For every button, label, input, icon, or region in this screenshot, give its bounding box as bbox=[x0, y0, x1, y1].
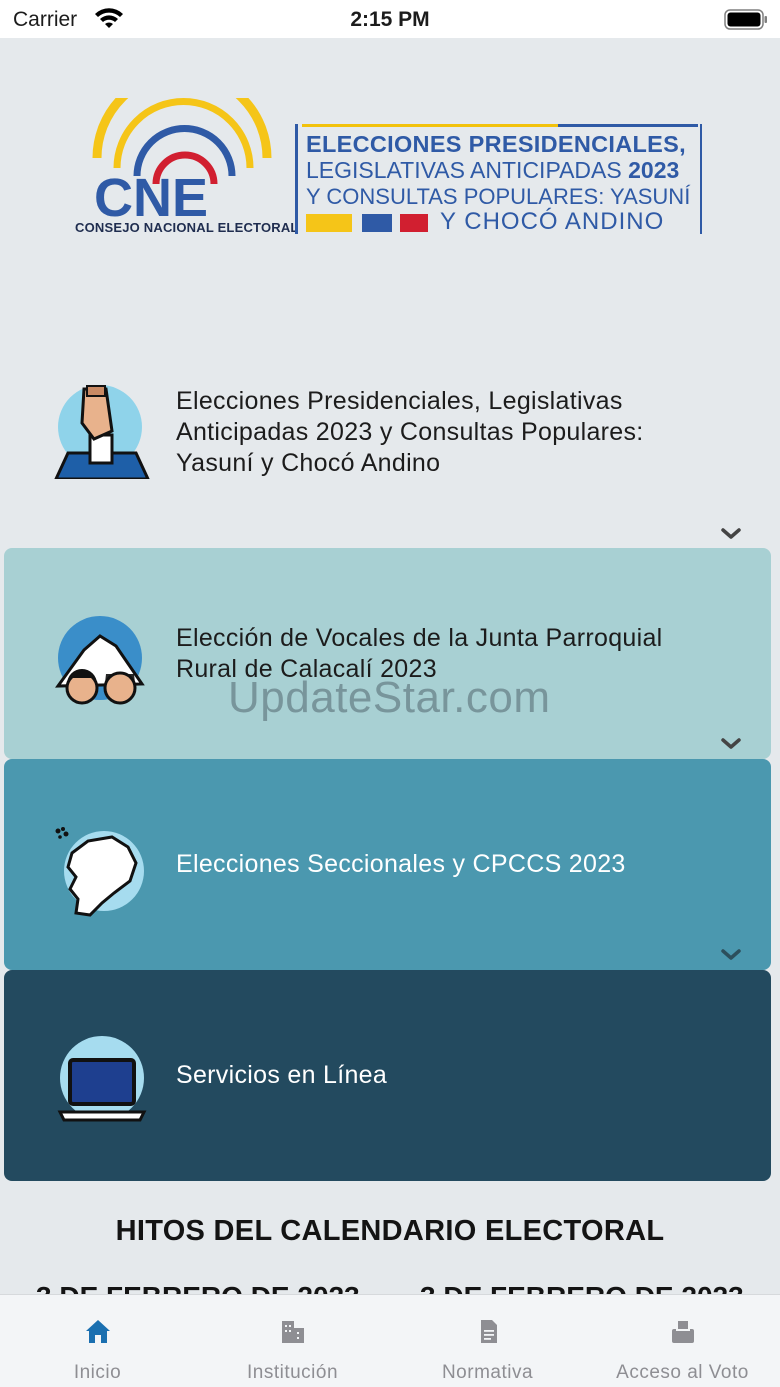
ballot-box-icon bbox=[54, 385, 150, 479]
tab-acceso-al-voto[interactable]: Acceso al Voto bbox=[585, 1295, 780, 1387]
flag-yellow bbox=[306, 214, 352, 232]
menu-item-seccionales[interactable]: Elecciones Seccionales y CPCCS 2023 bbox=[4, 759, 771, 970]
status-bar: Carrier 2:15 PM bbox=[0, 0, 780, 38]
banner-line-3: Y CONSULTAS POPULARES: YASUNÍ bbox=[306, 184, 691, 209]
flag-blue bbox=[362, 214, 392, 232]
ecuador-map-icon bbox=[55, 827, 144, 917]
tab-label: Acceso al Voto bbox=[616, 1362, 749, 1383]
ballot-icon bbox=[672, 1321, 694, 1343]
menu-item-title: Elección de Vocales de la Junta Parroqui… bbox=[176, 624, 663, 652]
banner-line-2: LEGISLATIVAS ANTICIPADAS 2023 bbox=[306, 157, 680, 183]
menu-item-title: Servicios en Línea bbox=[176, 1061, 388, 1089]
banner-line-1: ELECCIONES PRESIDENCIALES, bbox=[306, 131, 686, 157]
tab-label: Inicio bbox=[73, 1362, 122, 1383]
cne-logo: CNE bbox=[92, 98, 272, 228]
chevron-down-icon[interactable] bbox=[718, 946, 744, 962]
home-icon bbox=[86, 1320, 110, 1343]
clock: 2:15 PM bbox=[350, 8, 430, 31]
laptop-icon bbox=[57, 1036, 147, 1122]
tab-bar: Inicio Institución Normativa Acceso al V… bbox=[0, 1294, 780, 1387]
header-banner: CNE CONSEJO NACIONAL ELECTORAL ELECCIONE… bbox=[0, 38, 780, 338]
document-icon bbox=[481, 1320, 497, 1343]
logo-subtitle: CONSEJO NACIONAL ELECTORAL bbox=[75, 220, 299, 235]
chevron-down-icon[interactable] bbox=[718, 525, 744, 541]
tab-label: Normativa bbox=[441, 1362, 534, 1383]
tab-normativa[interactable]: Normativa bbox=[390, 1295, 585, 1387]
calendar-title: HITOS DEL CALENDARIO ELECTORAL bbox=[115, 1215, 665, 1247]
menu-item-presidenciales[interactable]: Elecciones Presidenciales, Legislativas … bbox=[4, 338, 771, 548]
menu-item-servicios[interactable]: Servicios en Línea bbox=[4, 970, 771, 1181]
logo-text: CNE bbox=[94, 168, 208, 228]
banner-line-4: Y CHOCÓ ANDINO bbox=[440, 208, 665, 235]
battery-icon bbox=[724, 9, 767, 30]
menu-item-calacali[interactable]: Elección de Vocales de la Junta Parroqui… bbox=[4, 548, 771, 759]
tab-inicio[interactable]: Inicio bbox=[0, 1295, 195, 1387]
community-icon bbox=[55, 616, 145, 705]
menu-item-title: Elecciones Presidenciales, Legislativas bbox=[176, 387, 623, 415]
menu-item-title: Elecciones Seccionales y CPCCS 2023 bbox=[176, 850, 626, 878]
chevron-down-icon[interactable] bbox=[718, 735, 744, 751]
flag-red bbox=[400, 214, 428, 232]
tab-institucion[interactable]: Institución bbox=[195, 1295, 390, 1387]
building-icon bbox=[282, 1321, 304, 1343]
tab-label: Institución bbox=[246, 1362, 339, 1383]
